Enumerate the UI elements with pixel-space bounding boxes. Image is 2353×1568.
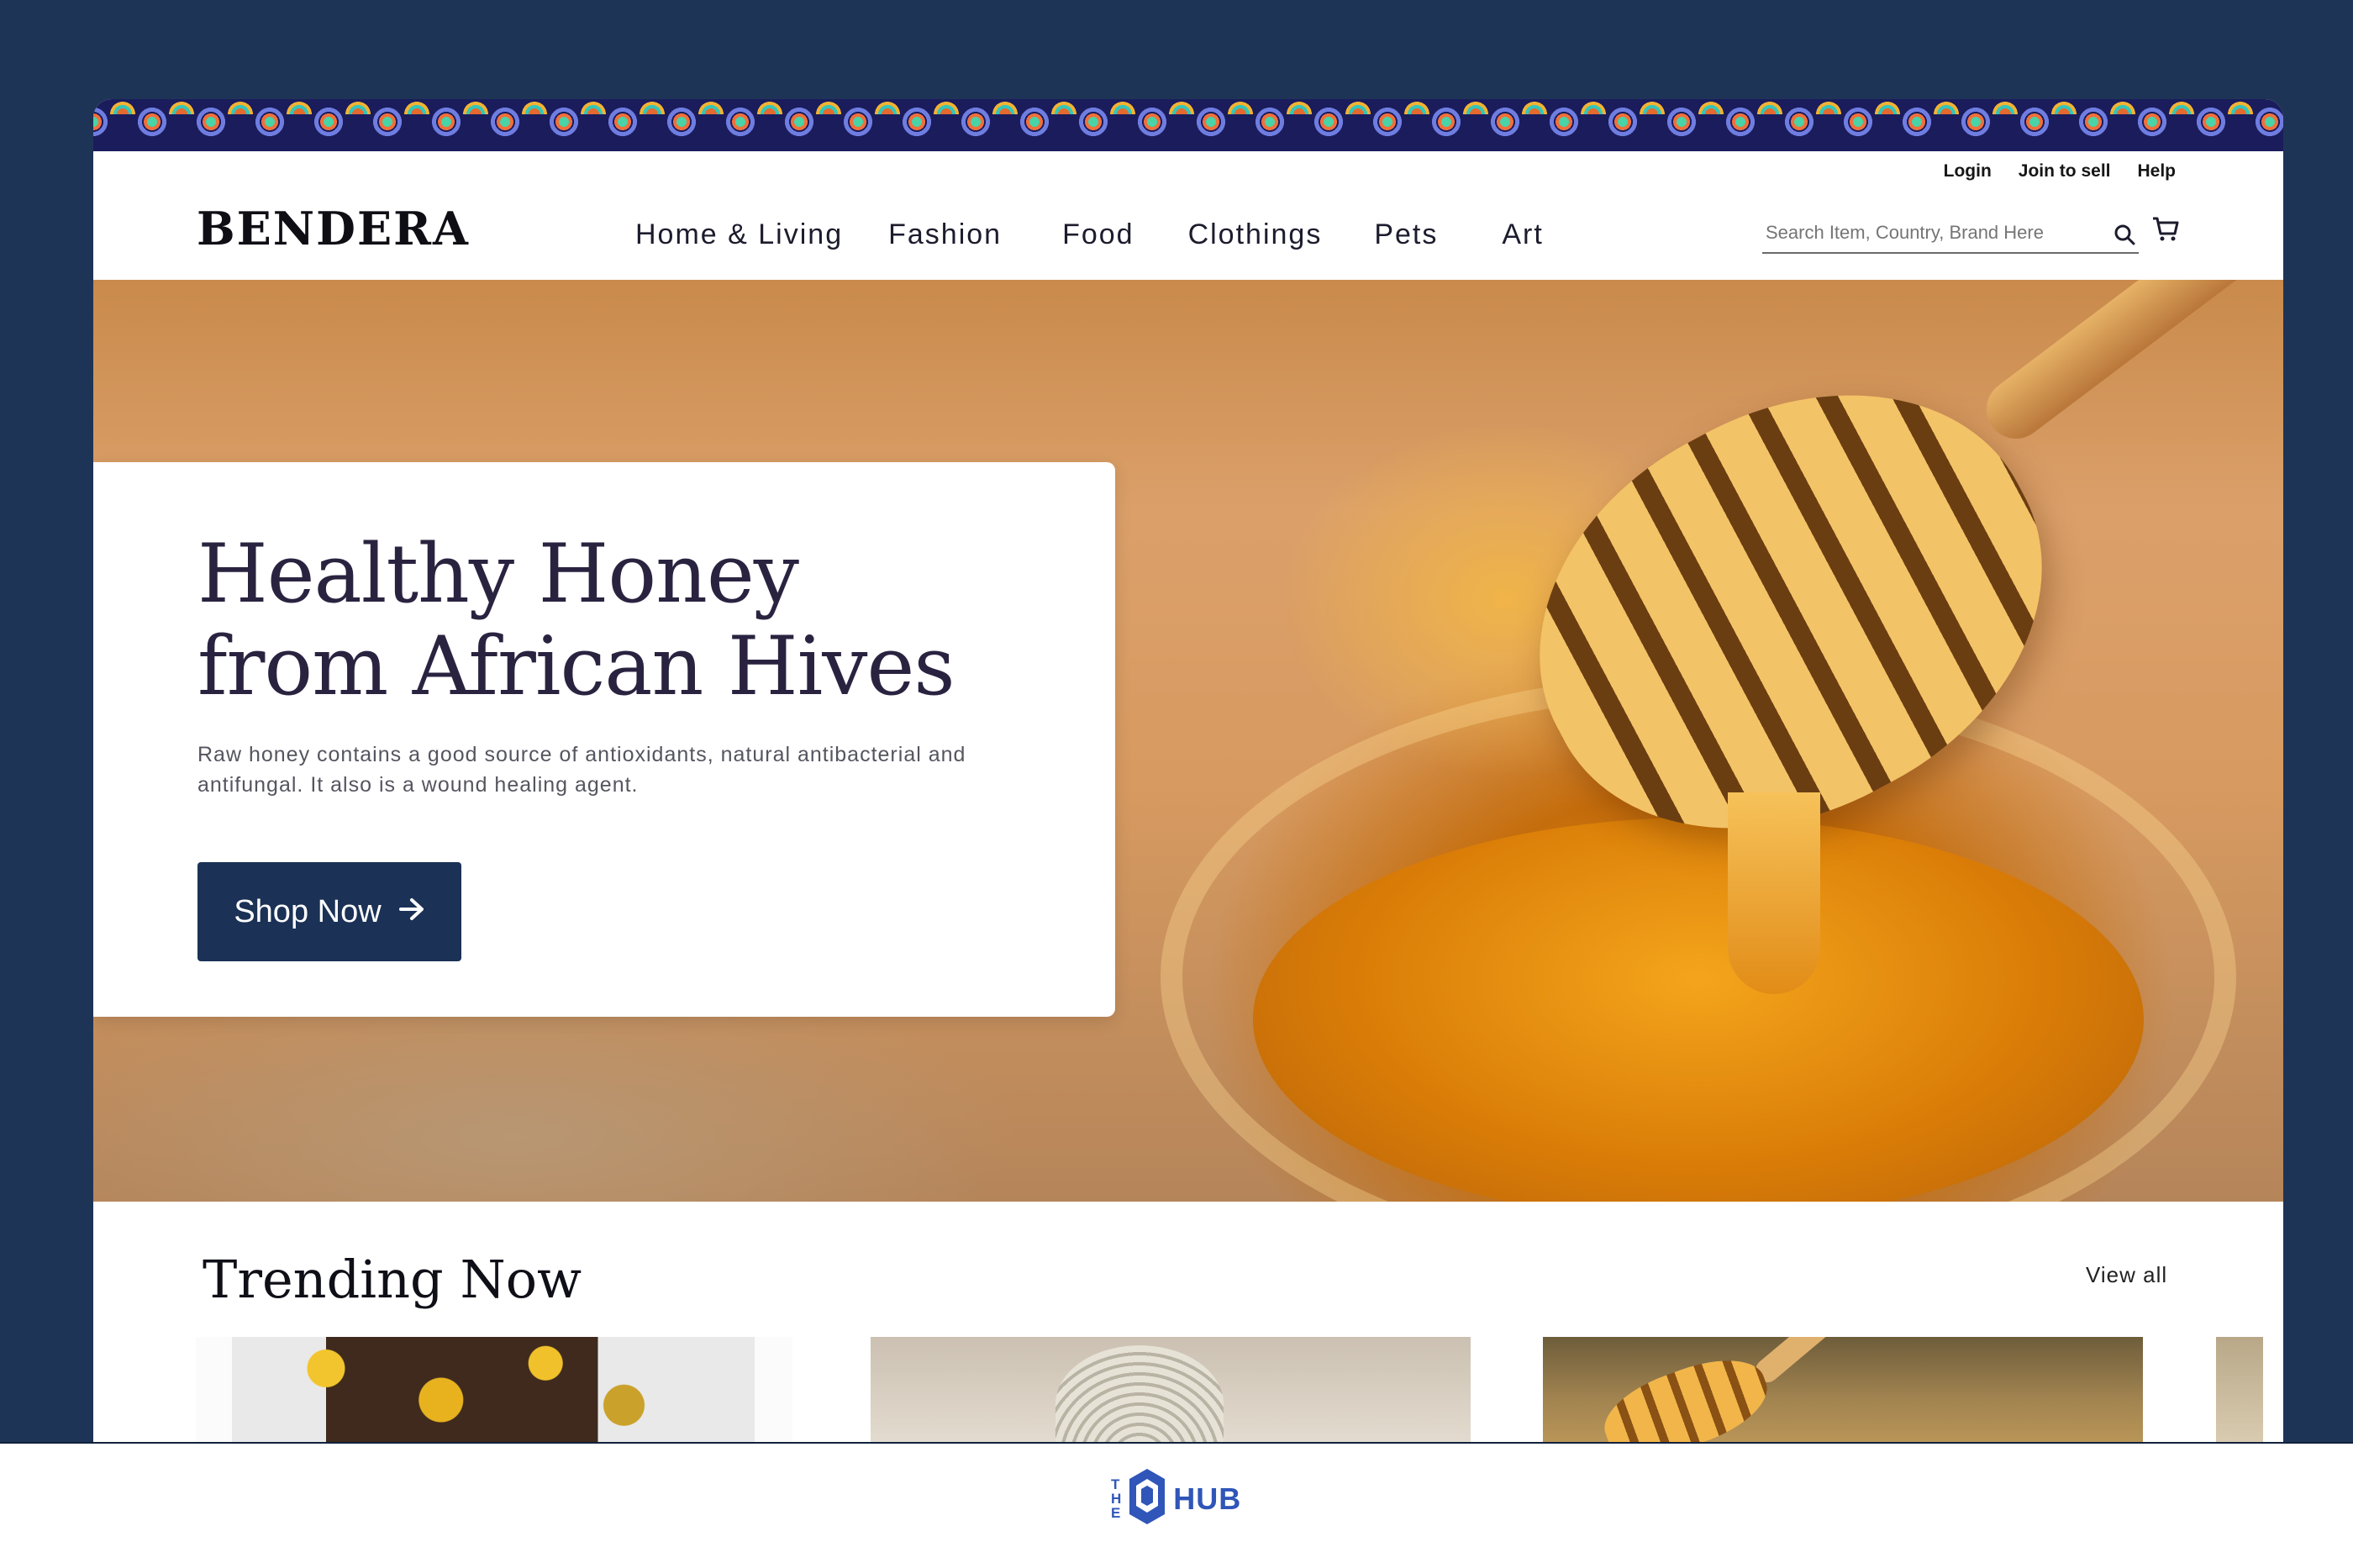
hero-title: Healthy Honey from African Hives (197, 528, 1071, 713)
hero-title-line-2: from African Hives (197, 619, 955, 713)
cart-icon[interactable] (2151, 215, 2180, 248)
brand-logo[interactable]: BENDERA (197, 202, 470, 255)
hero-description: Raw honey contains a good source of anti… (197, 743, 966, 797)
top-links: Login Join to sell Help (1944, 161, 2176, 182)
hero-title-line-1: Healthy Honey (197, 527, 799, 621)
product-card[interactable] (196, 1337, 792, 1442)
shop-now-label: Shop Now (234, 893, 382, 929)
search-icon[interactable] (2113, 224, 2135, 250)
nav-item-home-living[interactable]: Home & Living (635, 218, 843, 251)
arrow-right-icon (398, 894, 425, 930)
decorative-pattern-banner (93, 99, 2283, 151)
hub-letter: E (1111, 1505, 1121, 1521)
shop-now-button[interactable]: Shop Now (197, 862, 461, 961)
product-card[interactable] (871, 1337, 1471, 1442)
nav-item-food[interactable]: Food (1062, 218, 1134, 251)
hub-letter: H (1111, 1491, 1122, 1507)
hub-logo-text: HUB (1173, 1481, 1242, 1516)
product-image-honey (1593, 1344, 1778, 1442)
hub-cube-icon (1128, 1467, 1166, 1530)
join-to-sell-link[interactable]: Join to sell (2019, 161, 2111, 182)
honey-drip-image (1728, 792, 1820, 994)
website-frame: BENDERA Login Join to sell Help Home & L… (93, 99, 2283, 1442)
product-image-honey-dipper (1750, 1337, 1856, 1387)
honey-surface-image (1253, 818, 2144, 1202)
product-card[interactable] (1543, 1337, 2143, 1442)
help-link[interactable]: Help (2137, 161, 2176, 182)
product-card[interactable] (2216, 1337, 2263, 1442)
nav-item-art[interactable]: Art (1502, 218, 1543, 251)
trending-section-title: Trending Now (203, 1249, 582, 1310)
honey-dipper-handle-image (1974, 280, 2283, 450)
search-bar (1762, 218, 2139, 254)
hub-logo-the: T H E (1111, 1477, 1121, 1520)
hub-letter: T (1111, 1476, 1120, 1492)
nav-item-pets[interactable]: Pets (1374, 218, 1438, 251)
hero-banner: Healthy Honey from African Hives Raw hon… (93, 280, 2283, 1202)
product-image-fashion (232, 1337, 755, 1442)
main-navigation: Home & Living Fashion Food Clothings Pet… (635, 218, 1544, 251)
site-header: BENDERA Login Join to sell Help Home & L… (93, 151, 2283, 280)
login-link[interactable]: Login (1944, 161, 1992, 182)
nav-item-clothings[interactable]: Clothings (1188, 218, 1323, 251)
search-input[interactable] (1762, 218, 2105, 247)
product-image-sculpture (1055, 1345, 1224, 1442)
view-all-link[interactable]: View all (2086, 1262, 2167, 1288)
the-hub-logo: T H E HUB (1111, 1467, 1241, 1530)
hero-card: Healthy Honey from African Hives Raw hon… (93, 462, 1115, 1017)
nav-item-fashion[interactable]: Fashion (888, 218, 1002, 251)
